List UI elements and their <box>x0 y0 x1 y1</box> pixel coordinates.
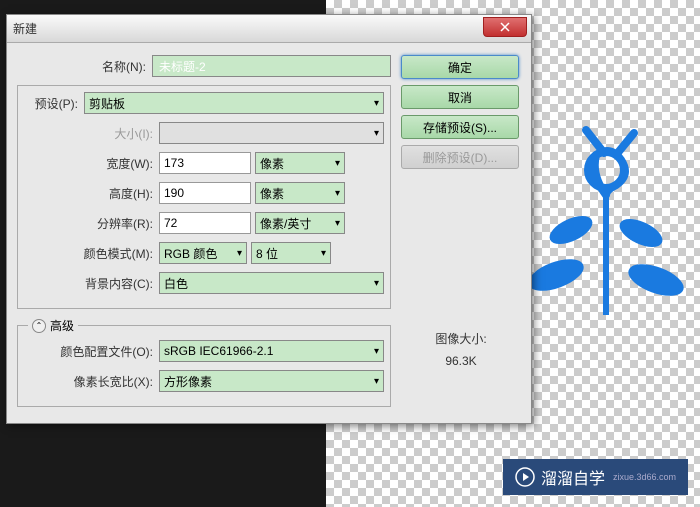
right-panel: 确定 取消 存储预设(S)... 删除预设(D)... 图像大小: 96.3K <box>391 55 521 407</box>
delete-preset-button: 删除预设(D)... <box>401 145 519 169</box>
pixelratio-dropdown[interactable]: 方形像素 <box>159 370 384 392</box>
name-label: 名称(N): <box>17 58 152 75</box>
size-dropdown <box>159 122 384 144</box>
ok-button[interactable]: 确定 <box>401 55 519 79</box>
colorprofile-dropdown[interactable]: sRGB IEC61966-2.1 <box>159 340 384 362</box>
dialog-content: 名称(N): 未标题-2 预设(P): 剪贴板 大小(I): 宽度(W): 像素 <box>7 43 531 423</box>
name-input[interactable]: 未标题-2 <box>152 55 391 77</box>
advanced-toggle[interactable]: ⌃ 高级 <box>28 317 78 334</box>
close-button[interactable] <box>483 17 527 37</box>
resolution-input[interactable] <box>159 212 251 234</box>
cancel-button[interactable]: 取消 <box>401 85 519 109</box>
advanced-fieldset: ⌃ 高级 颜色配置文件(O): sRGB IEC61966-2.1 像素长宽比(… <box>17 325 391 407</box>
chevron-icon: ⌃ <box>32 319 46 333</box>
play-icon <box>515 467 535 487</box>
width-input[interactable] <box>159 152 251 174</box>
width-label: 宽度(W): <box>24 155 159 172</box>
plant-artwork <box>516 115 696 315</box>
preset-fieldset: 预设(P): 剪贴板 大小(I): 宽度(W): 像素 高度(H): 像素 <box>17 85 391 309</box>
bgcontent-label: 背景内容(C): <box>24 275 159 292</box>
preset-dropdown[interactable]: 剪贴板 <box>84 92 384 114</box>
bgcontent-dropdown[interactable]: 白色 <box>159 272 384 294</box>
height-unit-dropdown[interactable]: 像素 <box>255 182 345 204</box>
save-preset-button[interactable]: 存储预设(S)... <box>401 115 519 139</box>
colormode-dropdown[interactable]: RGB 颜色 <box>159 242 247 264</box>
colormode-label: 颜色模式(M): <box>24 245 159 262</box>
size-label: 大小(I): <box>24 125 159 142</box>
resolution-label: 分辨率(R): <box>24 215 159 232</box>
preset-label: 预设(P): <box>24 95 84 112</box>
left-panel: 名称(N): 未标题-2 预设(P): 剪贴板 大小(I): 宽度(W): 像素 <box>17 55 391 407</box>
resolution-unit-dropdown[interactable]: 像素/英寸 <box>255 212 345 234</box>
image-size-value: 96.3K <box>401 351 521 373</box>
new-document-dialog: 新建 名称(N): 未标题-2 预设(P): 剪贴板 大小(I): 宽度(W <box>6 14 532 424</box>
close-icon <box>500 22 510 32</box>
pixelratio-label: 像素长宽比(X): <box>24 373 159 390</box>
titlebar[interactable]: 新建 <box>7 15 531 43</box>
dialog-title: 新建 <box>13 20 37 37</box>
height-input[interactable] <box>159 182 251 204</box>
bitdepth-dropdown[interactable]: 8 位 <box>251 242 331 264</box>
watermark-text: 溜溜自学 <box>541 465 605 489</box>
height-label: 高度(H): <box>24 185 159 202</box>
colorprofile-label: 颜色配置文件(O): <box>24 343 159 360</box>
watermark-url: zixue.3d66.com <box>613 472 676 482</box>
width-unit-dropdown[interactable]: 像素 <box>255 152 345 174</box>
image-size-label: 图像大小: <box>401 329 521 351</box>
image-size-info: 图像大小: 96.3K <box>401 329 521 372</box>
watermark: 溜溜自学 zixue.3d66.com <box>503 459 688 495</box>
